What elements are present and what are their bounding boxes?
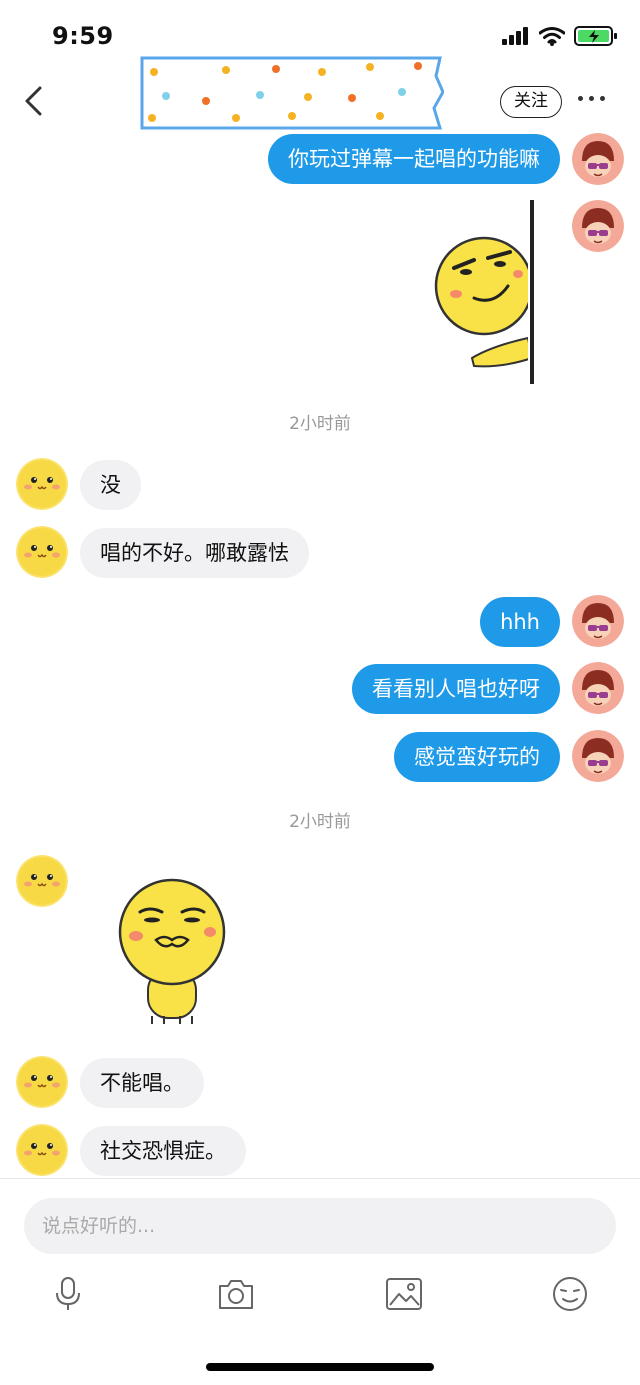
outgoing-message[interactable]: 看看别人唱也好呀 — [352, 664, 560, 714]
contact-avatar[interactable] — [16, 526, 68, 578]
image-icon[interactable] — [384, 1274, 424, 1314]
incoming-message[interactable]: 没 — [80, 460, 141, 510]
wifi-icon — [539, 26, 565, 46]
mic-icon[interactable] — [48, 1274, 88, 1314]
more-dot — [578, 96, 583, 101]
message-timestamp: 2小时前 — [289, 812, 351, 832]
incoming-message[interactable]: 唱的不好。哪敢露怯 — [80, 528, 309, 578]
outgoing-message[interactable]: 感觉蛮好玩的 — [394, 732, 560, 782]
contact-avatar[interactable] — [16, 1056, 68, 1108]
my-avatar[interactable] — [572, 662, 624, 714]
outgoing-message[interactable]: 你玩过弹幕一起唱的功能嘛 — [268, 134, 560, 184]
more-dot — [589, 96, 594, 101]
my-avatar[interactable] — [572, 133, 624, 185]
status-icons — [502, 26, 618, 46]
title-redaction-tape — [140, 56, 444, 130]
my-avatar[interactable] — [572, 730, 624, 782]
follow-button[interactable]: 关注 — [500, 86, 562, 118]
camera-icon[interactable] — [216, 1274, 256, 1314]
more-options-button[interactable] — [578, 96, 605, 101]
status-time: 9:59 — [52, 22, 114, 50]
pouting-sticker[interactable] — [112, 878, 232, 1028]
message-timestamp: 2小时前 — [289, 414, 351, 434]
more-dot — [600, 96, 605, 101]
incoming-message[interactable]: 社交恐惧症。 — [80, 1126, 246, 1176]
composer-divider — [0, 1178, 640, 1179]
chevron-left-icon — [25, 86, 42, 116]
peeking-smirk-sticker[interactable] — [432, 198, 542, 386]
incoming-message[interactable]: 不能唱。 — [80, 1058, 204, 1108]
message-input[interactable] — [24, 1198, 616, 1254]
my-avatar[interactable] — [572, 200, 624, 252]
contact-avatar[interactable] — [16, 458, 68, 510]
my-avatar[interactable] — [572, 595, 624, 647]
contact-avatar[interactable] — [16, 855, 68, 907]
contact-avatar[interactable] — [16, 1124, 68, 1176]
outgoing-message[interactable]: hhh — [480, 597, 560, 647]
battery-icon — [574, 26, 617, 46]
emoji-icon[interactable] — [550, 1274, 590, 1314]
home-indicator[interactable] — [206, 1363, 434, 1371]
back-button[interactable] — [18, 84, 52, 118]
signal-icon — [502, 27, 528, 45]
